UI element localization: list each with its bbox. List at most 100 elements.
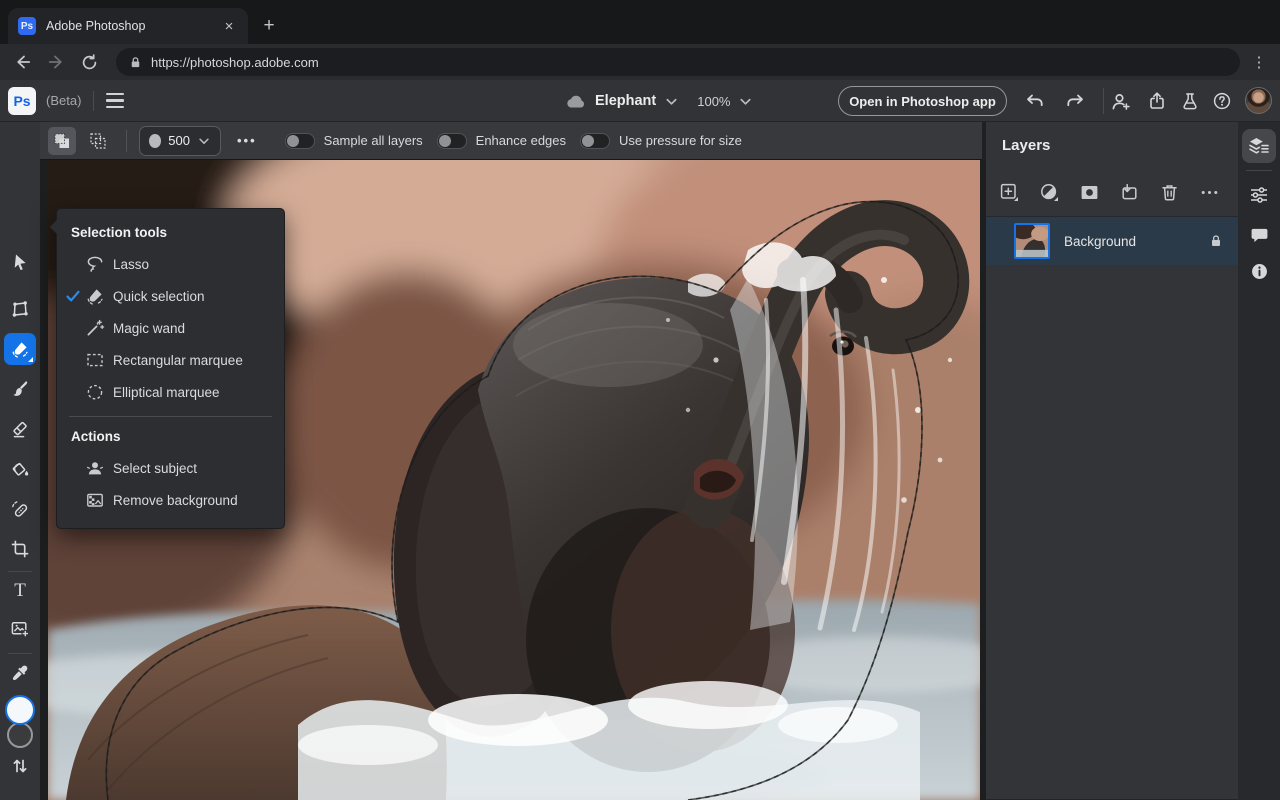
add-layer-icon[interactable] xyxy=(999,182,1020,203)
rectangular-marquee-icon xyxy=(85,350,105,370)
flyout-actions-header: Actions xyxy=(71,429,121,444)
sample-all-layers-toggle[interactable] xyxy=(284,132,315,149)
layer-name: Background xyxy=(1064,233,1137,249)
selection-tools-flyout: Selection tools Lasso Quick selection Ma… xyxy=(56,208,285,529)
add-to-selection-mode-button[interactable] xyxy=(48,126,76,155)
add-image-tool[interactable] xyxy=(4,613,36,645)
new-tab-button[interactable]: + xyxy=(256,13,282,39)
fill-tool[interactable] xyxy=(4,453,36,485)
use-pressure-toggle[interactable] xyxy=(580,132,611,149)
foreground-color-swatch[interactable] xyxy=(5,695,35,725)
enhance-edges-label: Enhance edges xyxy=(475,133,567,148)
browser-tab-strip: Ps Adobe Photoshop × + xyxy=(0,0,1280,44)
hamburger-menu-icon[interactable] xyxy=(106,89,130,113)
beta-feedback-flask-icon[interactable] xyxy=(1177,88,1203,114)
redo-icon[interactable] xyxy=(1062,88,1088,114)
brush-tool[interactable] xyxy=(4,373,36,405)
cloud-icon xyxy=(565,93,587,109)
type-tool[interactable]: T xyxy=(4,575,36,607)
layer-more-options-icon[interactable] xyxy=(1199,182,1220,203)
tool-rail: T xyxy=(0,122,40,800)
url-text: https://photoshop.adobe.com xyxy=(151,54,319,70)
eyedropper-tool[interactable] xyxy=(4,657,36,689)
help-icon[interactable] xyxy=(1209,88,1235,114)
divider xyxy=(126,129,127,152)
beta-label: (Beta) xyxy=(46,93,82,108)
crop-tool[interactable] xyxy=(4,533,36,565)
layer-thumbnail[interactable] xyxy=(1014,223,1050,259)
menu-item-remove-background[interactable]: Remove background xyxy=(57,484,284,516)
share-icon[interactable] xyxy=(1144,88,1170,114)
tool-options-bar: 500 ••• Sample all layers Enhance edges … xyxy=(40,122,982,160)
reload-icon[interactable] xyxy=(76,49,102,75)
group-layers-icon[interactable] xyxy=(1119,182,1140,203)
move-tool[interactable] xyxy=(4,246,36,278)
brush-size-dropdown[interactable]: 500 xyxy=(139,125,221,156)
ps-logo: Ps xyxy=(8,86,36,115)
browser-toolbar: https://photoshop.adobe.com ⋮ xyxy=(0,44,1280,80)
layer-mask-icon[interactable] xyxy=(1079,182,1100,203)
info-icon[interactable] xyxy=(1242,254,1276,288)
sample-all-layers-label: Sample all layers xyxy=(323,133,423,148)
quick-selection-tool[interactable] xyxy=(4,333,36,365)
brush-size-value: 500 xyxy=(168,133,190,148)
remove-background-icon xyxy=(85,490,105,510)
photoshop-favicon: Ps xyxy=(18,17,36,35)
undo-icon[interactable] xyxy=(1022,88,1048,114)
subtract-from-selection-mode-button[interactable] xyxy=(84,127,112,155)
select-subject-icon xyxy=(85,458,105,478)
browser-tab[interactable]: Ps Adobe Photoshop × xyxy=(8,8,248,44)
adjustment-layer-icon[interactable] xyxy=(1039,182,1060,203)
layer-row-background[interactable]: Background xyxy=(986,217,1238,265)
delete-layer-icon[interactable] xyxy=(1159,182,1180,203)
divider xyxy=(69,416,272,417)
flyout-tools-header: Selection tools xyxy=(71,225,168,240)
layers-panel: Layers Background xyxy=(986,122,1238,800)
transform-tool[interactable] xyxy=(4,293,36,325)
healing-brush-tool[interactable] xyxy=(4,493,36,525)
elliptical-marquee-icon xyxy=(85,382,105,402)
use-pressure-label: Use pressure for size xyxy=(619,133,742,148)
zoom-level[interactable]: 100% xyxy=(697,94,730,109)
divider xyxy=(8,571,32,572)
right-rail xyxy=(1238,122,1280,800)
menu-item-rectangular-marquee[interactable]: Rectangular marquee xyxy=(57,344,284,376)
eraser-tool[interactable] xyxy=(4,413,36,445)
magic-wand-icon xyxy=(85,318,105,338)
invite-people-icon[interactable] xyxy=(1107,88,1133,114)
open-in-photoshop-app-button[interactable]: Open in Photoshop app xyxy=(838,86,1007,116)
back-icon[interactable] xyxy=(10,49,36,75)
swap-colors-icon[interactable] xyxy=(4,750,36,782)
document-name[interactable]: Elephant xyxy=(595,93,656,109)
comments-icon[interactable] xyxy=(1242,218,1276,252)
divider xyxy=(1246,170,1272,171)
tab-title: Adobe Photoshop xyxy=(46,19,146,33)
brush-preview-dot xyxy=(149,133,162,148)
lasso-icon xyxy=(85,254,105,274)
adjustments-icon[interactable] xyxy=(1242,178,1276,212)
layers-panel-icon[interactable] xyxy=(1242,129,1276,163)
chevron-down-icon[interactable] xyxy=(738,94,753,109)
checkmark-icon xyxy=(65,288,81,304)
menu-item-magic-wand[interactable]: Magic wand xyxy=(57,312,284,344)
menu-item-elliptical-marquee[interactable]: Elliptical marquee xyxy=(57,376,284,408)
lock-icon xyxy=(128,55,143,70)
user-avatar[interactable] xyxy=(1245,87,1272,114)
divider xyxy=(1103,88,1104,114)
layer-lock-icon[interactable] xyxy=(1208,233,1224,249)
app-bar: Ps (Beta) Elephant 100% xyxy=(0,80,1280,122)
forward-icon[interactable] xyxy=(43,49,69,75)
tab-close-icon[interactable]: × xyxy=(220,17,238,35)
more-options-icon[interactable]: ••• xyxy=(237,133,257,148)
chevron-down-icon[interactable] xyxy=(664,94,679,109)
address-bar[interactable]: https://photoshop.adobe.com xyxy=(116,48,1240,76)
screen: Ps Adobe Photoshop × + https://photoshop… xyxy=(0,0,1280,800)
enhance-edges-toggle[interactable] xyxy=(436,132,467,149)
background-color-swatch[interactable] xyxy=(7,722,33,748)
layers-panel-title: Layers xyxy=(1002,137,1051,154)
menu-item-quick-selection[interactable]: Quick selection xyxy=(57,280,284,312)
chevron-down-icon xyxy=(197,134,211,148)
menu-item-lasso[interactable]: Lasso xyxy=(57,248,284,280)
menu-item-select-subject[interactable]: Select subject xyxy=(57,452,284,484)
browser-menu-icon[interactable]: ⋮ xyxy=(1248,53,1270,71)
